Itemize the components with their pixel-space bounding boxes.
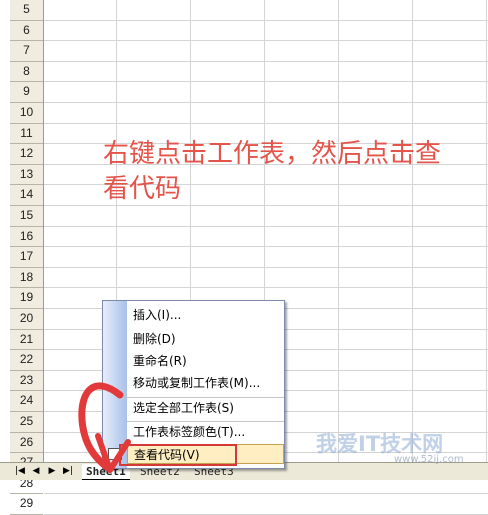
last-sheet-button[interactable]: ▶| [62,465,74,477]
grid-row-line [44,266,488,268]
row-header[interactable]: 11 [10,124,43,145]
row-header[interactable]: 18 [10,268,43,289]
annotation-line-2: 看代码 [103,174,182,204]
menu-item-insert[interactable]: 插入(I)... [127,305,284,325]
grid-row-line [44,60,488,62]
row-header[interactable]: 8 [10,62,43,83]
row-header[interactable]: 16 [10,227,43,248]
row-header[interactable]: 22 [10,350,43,371]
row-header[interactable]: 17 [10,247,43,268]
grid-col-line [486,0,487,462]
row-header[interactable]: 10 [10,103,43,124]
row-header[interactable]: 5 [10,0,43,21]
row-header[interactable]: 13 [10,165,43,186]
watermark: 我爱IT技术网 www.52ij.com [316,428,486,470]
row-header[interactable]: 29 [10,494,43,515]
row-header[interactable]: 7 [10,41,43,62]
grid-row-line [44,287,488,289]
grid-row-line [44,122,488,124]
row-header[interactable]: 6 [10,21,43,42]
row-header[interactable]: 26 [10,433,43,454]
row-header[interactable]: 19 [10,288,43,309]
row-header[interactable]: 23 [10,371,43,392]
watermark-text: 我爱IT技术网 [316,432,444,456]
grid-row-line [44,246,488,248]
row-header[interactable]: 24 [10,391,43,412]
annotation-text: 右键点击工作表，然后点击查 看代码 [103,137,487,207]
row-headers: 5 6 7 8 9 10 11 12 13 14 15 16 17 18 19 20 21 22 23 24 25 26 2… [10,0,44,515]
row-header[interactable]: 14 [10,185,43,206]
watermark-url: www.52ij.com [394,454,464,465]
menu-gutter [103,301,127,468]
next-sheet-button[interactable]: ▶ [46,465,58,477]
grid-col-line [338,0,339,462]
menu-item-select-all[interactable]: 选定全部工作表(S) [127,397,284,417]
row-header[interactable]: 9 [10,82,43,103]
view-code-highlight-box [119,444,237,466]
row-header[interactable]: 20 [10,309,43,330]
grid-row-line [44,19,488,21]
menu-item-move-copy[interactable]: 移动或复制工作表(M)... [127,373,284,393]
grid-col-line [412,0,413,462]
menu-item-tab-color[interactable]: 工作表标签颜色(T)... [127,421,284,441]
grid-row-line [44,493,488,495]
row-header[interactable]: 15 [10,206,43,227]
prev-sheet-button[interactable]: ◀ [30,465,42,477]
grid-row-line [44,81,488,83]
grid-row-line [44,225,488,227]
menu-item-rename[interactable]: 重命名(R) [127,351,284,371]
menu-item-delete[interactable]: 删除(D) [127,329,284,349]
first-sheet-button[interactable]: |◀ [14,465,26,477]
annotation-line-1: 右键点击工作表，然后点击查 [103,139,442,169]
grid-row-line [44,102,488,103]
row-header[interactable]: 12 [10,144,43,165]
grid-row-line [44,40,488,42]
row-header[interactable]: 25 [10,412,43,433]
row-header[interactable]: 21 [10,330,43,351]
